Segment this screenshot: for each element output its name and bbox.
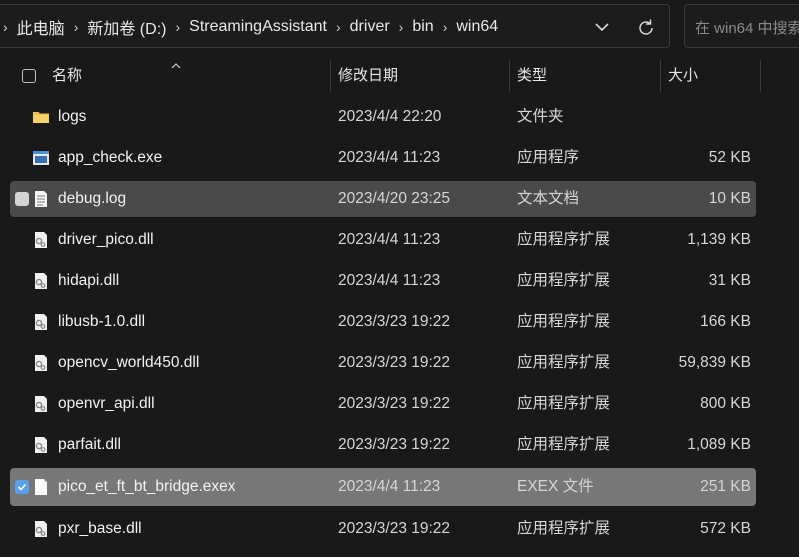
file-type: 应用程序扩展: [517, 520, 611, 537]
file-date: 2023/3/23 19:22: [338, 520, 451, 537]
breadcrumb-driver[interactable]: driver: [350, 18, 390, 36]
file-row-openvr-api[interactable]: openvr_api.dll 2023/3/23 19:22 应用程序扩展 80…: [10, 386, 756, 422]
column-header: 名称 修改日期 类型 大小: [0, 58, 799, 94]
text-file-icon: [32, 190, 50, 208]
dll-icon: [32, 272, 50, 290]
file-row-pico-et-ft-bt-bridge[interactable]: pico_et_ft_bt_bridge.exex 2023/4/4 11:23…: [10, 468, 756, 506]
file-row-libusb[interactable]: libusb-1.0.dll 2023/3/23 19:22 应用程序扩展 16…: [10, 304, 756, 340]
column-header-type[interactable]: 类型: [517, 58, 547, 94]
chevron-right-icon[interactable]: ›: [336, 19, 341, 35]
column-divider[interactable]: [509, 60, 510, 92]
file-row-parfait[interactable]: parfait.dll 2023/3/23 19:22 应用程序扩展 1,089…: [10, 427, 756, 463]
file-name: pxr_base.dll: [58, 520, 142, 537]
file-name: libusb-1.0.dll: [58, 313, 146, 330]
row-checkbox[interactable]: [15, 480, 29, 494]
chevron-down-icon[interactable]: [591, 18, 613, 36]
file-name: pico_et_ft_bt_bridge.exex: [58, 478, 236, 495]
row-checkbox[interactable]: [15, 192, 29, 206]
search-box[interactable]: [684, 4, 799, 48]
file-date: 2023/4/4 22:20: [338, 108, 442, 125]
file-type: EXEX 文件: [517, 478, 594, 495]
file-date: 2023/4/4 11:23: [338, 149, 441, 166]
refresh-icon[interactable]: [635, 17, 657, 39]
file-date: 2023/3/23 19:22: [338, 395, 451, 412]
address-bar[interactable]: › 此电脑 › 新加卷 (D:) › StreamingAssistant › …: [0, 4, 670, 48]
exe-icon: [32, 149, 50, 167]
file-row-logs[interactable]: logs 2023/4/4 22:20 文件夹: [10, 99, 756, 135]
column-divider[interactable]: [760, 60, 761, 92]
folder-icon: [32, 108, 50, 126]
breadcrumb: › 此电脑 › 新加卷 (D:) › StreamingAssistant › …: [0, 5, 498, 49]
dll-icon: [32, 231, 50, 249]
file-name: driver_pico.dll: [58, 231, 154, 248]
file-size: 1,089 KB: [687, 436, 751, 453]
file-date: 2023/4/4 11:23: [338, 231, 441, 248]
chevron-right-icon[interactable]: ›: [443, 19, 448, 35]
column-divider[interactable]: [330, 60, 331, 92]
file-type: 应用程序扩展: [517, 272, 611, 289]
chevron-right-icon[interactable]: ›: [74, 19, 79, 35]
file-date: 2023/4/4 11:23: [338, 478, 441, 495]
file-name: parfait.dll: [58, 436, 121, 453]
file-size: 52 KB: [708, 149, 751, 166]
dll-icon: [32, 520, 50, 538]
file-type: 应用程序扩展: [517, 354, 611, 371]
file-row-debug-log[interactable]: debug.log 2023/4/20 23:25 文本文档 10 KB: [10, 181, 756, 217]
file-name: debug.log: [58, 190, 127, 207]
chevron-right-icon[interactable]: ›: [175, 19, 180, 35]
chevron-right-icon[interactable]: ›: [3, 19, 8, 35]
column-header-date[interactable]: 修改日期: [338, 58, 398, 94]
file-type: 应用程序扩展: [517, 395, 611, 412]
file-name: hidapi.dll: [58, 272, 120, 289]
file-row-driver-pico[interactable]: driver_pico.dll 2023/4/4 11:23 应用程序扩展 1,…: [10, 222, 756, 258]
file-size: 31 KB: [708, 272, 751, 289]
column-header-name[interactable]: 名称: [52, 58, 82, 94]
column-header-size[interactable]: 大小: [668, 58, 698, 94]
file-size: 1,139 KB: [687, 231, 751, 248]
breadcrumb-bin[interactable]: bin: [412, 18, 433, 36]
file-type: 应用程序扩展: [517, 436, 611, 453]
file-date: 2023/4/20 23:25: [338, 190, 451, 207]
search-input[interactable]: [693, 15, 799, 41]
file-date: 2023/3/23 19:22: [338, 354, 451, 371]
dll-icon: [32, 313, 50, 331]
dll-icon: [32, 436, 50, 454]
file-size: 572 KB: [700, 520, 751, 537]
breadcrumb-drive-d[interactable]: 新加卷 (D:): [87, 15, 166, 39]
chevron-right-icon[interactable]: ›: [399, 19, 404, 35]
file-size: 800 KB: [700, 395, 751, 412]
file-date: 2023/4/4 11:23: [338, 272, 441, 289]
file-size: 166 KB: [700, 313, 751, 330]
file-size: 59,839 KB: [678, 354, 751, 371]
column-divider[interactable]: [660, 60, 661, 92]
file-name: opencv_world450.dll: [58, 354, 200, 371]
file-name: logs: [58, 108, 87, 125]
blank-file-icon: [32, 478, 50, 496]
file-size: 251 KB: [700, 478, 751, 495]
file-type: 文件夹: [517, 108, 564, 125]
breadcrumb-win64[interactable]: win64: [456, 18, 498, 36]
file-row-app-check[interactable]: app_check.exe 2023/4/4 11:23 应用程序 52 KB: [10, 140, 756, 176]
select-all-checkbox[interactable]: [22, 69, 36, 83]
dll-icon: [32, 395, 50, 413]
breadcrumb-this-pc[interactable]: 此电脑: [17, 15, 65, 39]
file-date: 2023/3/23 19:22: [338, 436, 451, 453]
file-date: 2023/3/23 19:22: [338, 313, 451, 330]
file-type: 应用程序扩展: [517, 313, 611, 330]
file-row-pxr-base[interactable]: pxr_base.dll 2023/3/23 19:22 应用程序扩展 572 …: [10, 511, 756, 547]
file-name: app_check.exe: [58, 149, 163, 166]
file-row-opencv-world[interactable]: opencv_world450.dll 2023/3/23 19:22 应用程序…: [10, 345, 756, 381]
file-type: 应用程序: [517, 149, 580, 166]
file-type: 应用程序扩展: [517, 231, 611, 248]
dll-icon: [32, 354, 50, 372]
file-row-hidapi[interactable]: hidapi.dll 2023/4/4 11:23 应用程序扩展 31 KB: [10, 263, 756, 299]
breadcrumb-streamingassistant[interactable]: StreamingAssistant: [189, 18, 327, 36]
file-size: 10 KB: [708, 190, 751, 207]
file-name: openvr_api.dll: [58, 395, 155, 412]
sort-ascending-icon: [170, 58, 182, 69]
file-type: 文本文档: [517, 190, 580, 207]
